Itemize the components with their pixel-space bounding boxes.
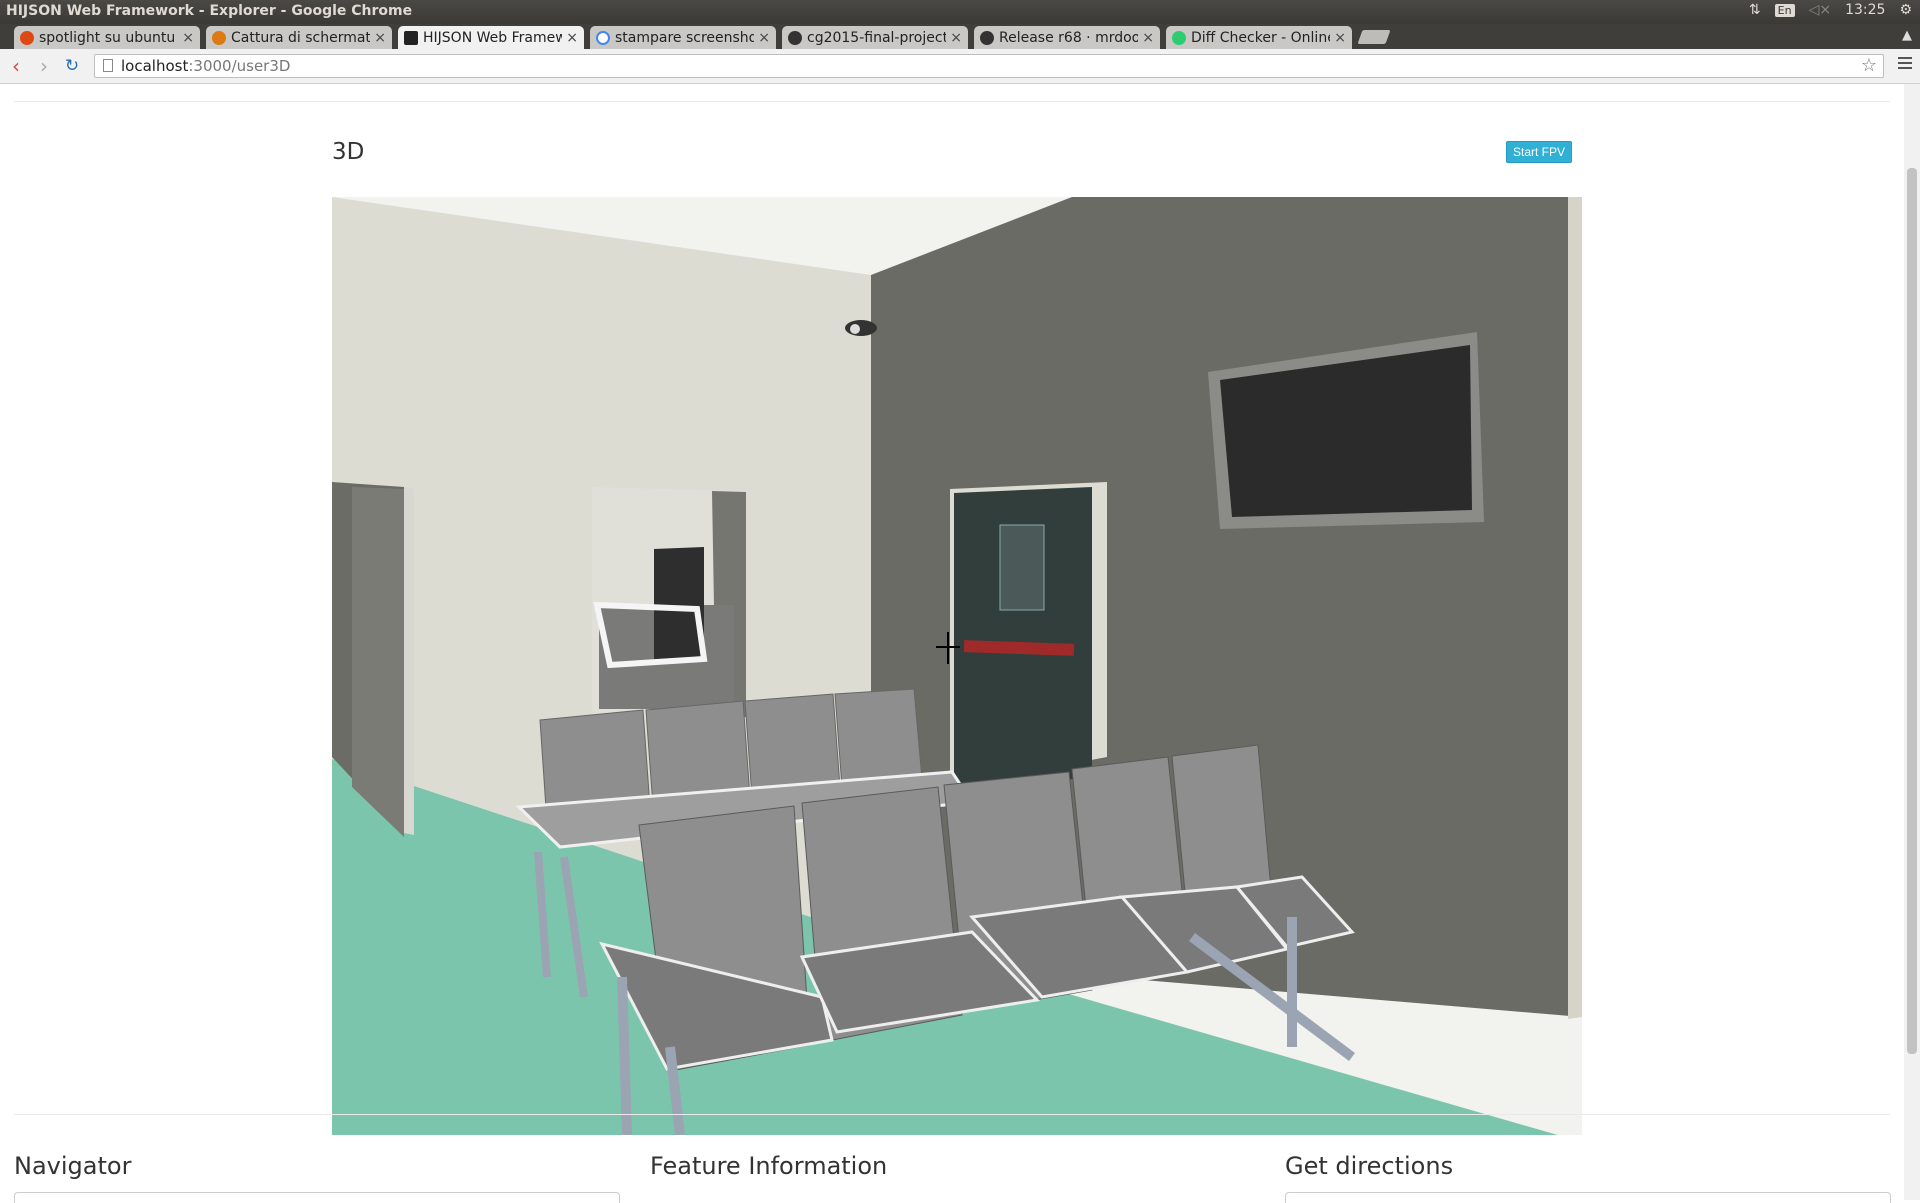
github-favicon-icon [788, 30, 802, 45]
browser-tab[interactable]: Release r68 · mrdoob × [974, 26, 1160, 49]
chrome-menu-icon[interactable] [1898, 57, 1912, 72]
close-tab-icon[interactable]: × [950, 30, 962, 46]
volume-muted-icon[interactable]: ◁× [1809, 2, 1832, 18]
tab-title: stampare screenshot [615, 29, 755, 46]
scrollbar-thumb[interactable] [1907, 168, 1917, 1054]
browser-tab[interactable]: cg2015-final-project × [782, 26, 968, 49]
terminal-favicon-icon [404, 30, 418, 45]
close-tab-icon[interactable]: × [566, 30, 578, 46]
page-title: 3D [332, 139, 365, 165]
tab-title: Diff Checker - Online [1191, 29, 1331, 46]
os-top-bar: HIJSON Web Framework - Explorer - Google… [0, 0, 1920, 24]
tab-title: Release r68 · mrdoob [999, 29, 1139, 46]
google-favicon-icon [596, 30, 610, 45]
network-icon[interactable]: ⇅ [1749, 2, 1761, 18]
browser-tab-strip: spotlight su ubuntu × Cattura di schermat… [0, 24, 1920, 49]
keyboard-layout-indicator[interactable]: En [1774, 3, 1795, 17]
browser-tab[interactable]: spotlight su ubuntu × [14, 26, 200, 49]
close-tab-icon[interactable]: × [1334, 30, 1346, 46]
system-tray: ⇅ En ◁× 13:25 ⚙ [1749, 2, 1912, 18]
ubuntu-favicon-icon [20, 30, 34, 45]
get-directions-heading: Get directions [1285, 1152, 1454, 1180]
page-content: 3D Start FPV Navigator Feature Informati… [0, 84, 1904, 1203]
bookmark-star-icon[interactable]: ☆ [1861, 55, 1877, 76]
window-title: HIJSON Web Framework - Explorer - Google… [6, 3, 413, 19]
directions-panel[interactable] [1285, 1192, 1891, 1203]
3d-viewport[interactable] [332, 197, 1582, 1135]
start-fpv-button[interactable]: Start FPV [1506, 141, 1572, 163]
divider [14, 101, 1890, 102]
feature-information-heading: Feature Information [650, 1152, 888, 1180]
page-icon [103, 59, 113, 72]
reload-icon[interactable]: ↻ [62, 56, 82, 76]
close-tab-icon[interactable]: × [374, 30, 386, 46]
settings-gear-icon[interactable]: ⚙ [1899, 2, 1912, 18]
close-tab-icon[interactable]: × [182, 30, 194, 46]
back-arrow-icon[interactable]: ‹ [6, 56, 26, 76]
tab-title: cg2015-final-project [807, 29, 947, 46]
github-favicon-icon [980, 30, 994, 45]
diffchecker-favicon-icon [1172, 30, 1186, 45]
close-tab-icon[interactable]: × [758, 30, 770, 46]
camera-icon [845, 320, 877, 336]
tab-title: Cattura di schermata [231, 29, 371, 46]
navigator-panel[interactable] [14, 1192, 620, 1203]
address-bar[interactable]: localhost:3000/user3D ☆ [94, 54, 1884, 78]
browser-toolbar: ‹ › ↻ localhost:3000/user3D ☆ [0, 49, 1920, 84]
tab-title: spotlight su ubuntu [39, 29, 176, 46]
close-tab-icon[interactable]: × [1142, 30, 1154, 46]
url-text[interactable]: localhost:3000/user3D [121, 57, 290, 75]
browser-tab-active[interactable]: HIJSON Web Framework× [398, 26, 584, 49]
divider [14, 1114, 1890, 1115]
forward-arrow-icon[interactable]: › [34, 56, 54, 76]
tab-title: HIJSON Web Framework [423, 29, 563, 46]
clock[interactable]: 13:25 [1845, 2, 1885, 18]
navigator-heading: Navigator [14, 1152, 132, 1180]
askubuntu-favicon-icon [212, 30, 226, 45]
page-scrollbar[interactable] [1904, 84, 1920, 1200]
browser-tab[interactable]: Cattura di schermata × [206, 26, 392, 49]
new-tab-button[interactable] [1357, 30, 1391, 44]
browser-tab[interactable]: stampare screenshot × [590, 26, 776, 49]
browser-tab[interactable]: Diff Checker - Online × [1166, 26, 1352, 49]
profile-icon[interactable]: ▲ [1902, 28, 1912, 43]
